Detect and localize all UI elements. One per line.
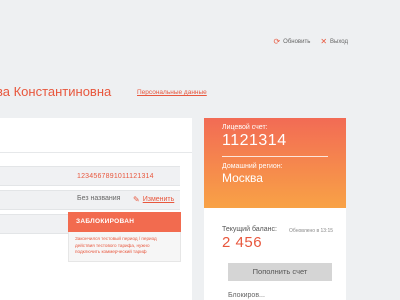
region-value: Москва <box>222 171 263 185</box>
logout-label: Выход <box>330 39 348 45</box>
tariff-panel <box>0 118 192 300</box>
refresh-link[interactable]: ⟳ Обновить <box>273 38 310 46</box>
account-number-value: 1234567891011121314 <box>77 173 154 180</box>
logout-link[interactable]: ✕ Выход <box>320 38 348 46</box>
balance-footer-text: Блокиров... <box>228 292 265 299</box>
top-bar: ⟳ Обновить ✕ Выход <box>273 38 348 46</box>
personal-data-link[interactable]: Персональные данные <box>137 89 207 96</box>
pencil-icon: ✎ <box>133 195 140 204</box>
account-label: Лицевой счет: <box>222 124 268 131</box>
refresh-icon: ⟳ <box>273 37 281 46</box>
balance-updated: Обновлено в 13:15 <box>289 228 334 234</box>
status-note: Закончился тестовый период / период дейс… <box>68 232 181 262</box>
user-full-name: ва Константиновна <box>0 84 112 99</box>
card-divider <box>222 156 328 157</box>
status-badge: ЗАБЛОКИРОВАН <box>68 212 181 232</box>
plan-name-value: Без названия <box>77 195 121 202</box>
account-card: Лицевой счет: 1121314 Домашний регион: М… <box>204 118 346 208</box>
panel-divider <box>0 152 192 153</box>
edit-plan-link[interactable]: ✎ Изменить <box>133 195 174 204</box>
balance-value: 2 456 <box>222 234 263 251</box>
close-icon: ✕ <box>320 37 328 46</box>
account-value: 1121314 <box>222 132 287 149</box>
balance-card: Текущий баланс: Обновлено в 13:15 2 456 … <box>204 208 346 300</box>
refresh-label: Обновить <box>283 39 311 45</box>
top-up-button[interactable]: Пополнить счет <box>228 263 332 281</box>
edit-label: Изменить <box>142 196 175 203</box>
region-label: Домашний регион: <box>222 163 283 170</box>
